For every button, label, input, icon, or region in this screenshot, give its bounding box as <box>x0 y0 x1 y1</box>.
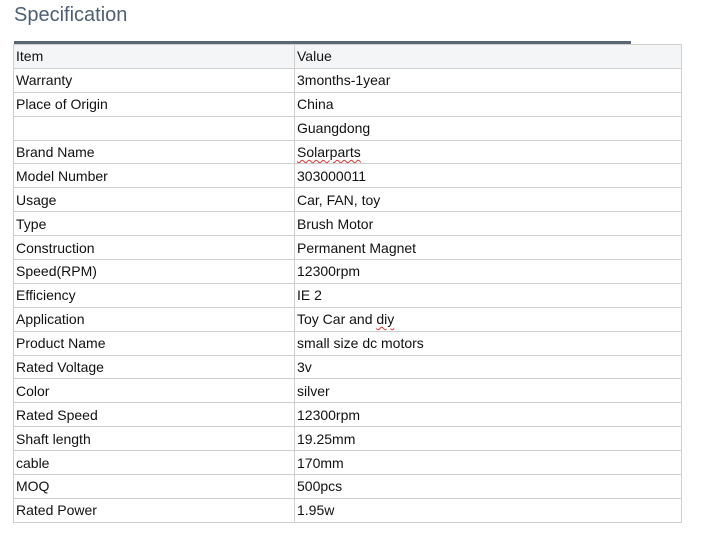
spellcheck-flagged-text: diy <box>376 311 395 328</box>
table-row: Rated Voltage 3v <box>13 354 682 380</box>
item-cell: Warranty <box>13 67 295 93</box>
item-cell <box>13 115 295 141</box>
value-cell: 12300rpm <box>294 402 682 428</box>
value-cell: 1.95w <box>294 497 682 523</box>
item-cell: Product Name <box>13 330 295 356</box>
table-header-row: Item Value <box>13 44 682 69</box>
table-row: Application Toy Car and diy <box>13 306 682 332</box>
table-row: Rated Power 1.95w <box>13 497 682 523</box>
value-cell: 500pcs <box>294 474 682 499</box>
specification-table: Item Value Warranty 3months-1year Place … <box>13 44 682 523</box>
item-cell: Rated Voltage <box>13 354 295 380</box>
item-cell: Efficiency <box>13 282 295 308</box>
item-cell: MOQ <box>13 474 295 499</box>
table-row: Place of Origin China <box>13 91 682 117</box>
item-cell: cable <box>13 450 295 476</box>
table-row: Color silver <box>13 378 682 404</box>
value-cell: Car, FAN, toy <box>294 187 682 213</box>
item-cell: Type <box>13 211 295 237</box>
value-cell: Solarparts <box>294 139 682 165</box>
table-row: Brand Name Solarparts <box>13 139 682 165</box>
table-row: Guangdong <box>13 115 682 141</box>
item-cell: Usage <box>13 187 295 213</box>
value-text: Toy Car and <box>297 311 377 328</box>
header-item: Item <box>13 44 295 69</box>
value-cell: IE 2 <box>294 282 682 308</box>
value-cell: 12300rpm <box>294 259 682 284</box>
value-cell: Brush Motor <box>294 211 682 237</box>
value-cell: 3v <box>294 354 682 380</box>
value-cell: Toy Car and diy <box>294 306 682 332</box>
page-title: Specification <box>14 4 128 26</box>
spellcheck-flagged-text: Solarparts <box>297 144 361 160</box>
item-cell: Brand Name <box>13 139 295 165</box>
table-row: Model Number 303000011 <box>13 163 682 189</box>
table-row: Shaft length 19.25mm <box>13 426 682 452</box>
table-row: Type Brush Motor <box>13 211 682 237</box>
table-row: cable 170mm <box>13 450 682 476</box>
item-cell: Model Number <box>13 163 295 189</box>
item-cell: Speed(RPM) <box>13 259 295 284</box>
value-cell: silver <box>294 378 682 404</box>
value-cell: Permanent Magnet <box>294 235 682 261</box>
value-cell: 3months-1year <box>294 67 682 93</box>
header-value: Value <box>294 44 682 69</box>
item-cell: Rated Power <box>13 497 295 523</box>
item-cell: Rated Speed <box>13 402 295 428</box>
item-cell: Shaft length <box>13 426 295 452</box>
value-cell: small size dc motors <box>294 330 682 356</box>
table-row: MOQ 500pcs <box>13 474 682 499</box>
item-cell: Color <box>13 378 295 404</box>
value-cell: 170mm <box>294 450 682 476</box>
table-row: Rated Speed 12300rpm <box>13 402 682 428</box>
value-cell: China <box>294 91 682 117</box>
table-row: Speed(RPM) 12300rpm <box>13 259 682 284</box>
value-cell: 303000011 <box>294 163 682 189</box>
item-cell: Application <box>13 306 295 332</box>
value-cell: Guangdong <box>294 115 682 141</box>
value-cell: 19.25mm <box>294 426 682 452</box>
item-cell: Place of Origin <box>13 91 295 117</box>
table-row: Warranty 3months-1year <box>13 67 682 93</box>
item-cell: Construction <box>13 235 295 261</box>
table-row: Usage Car, FAN, toy <box>13 187 682 213</box>
table-row: Efficiency IE 2 <box>13 282 682 308</box>
table-row: Construction Permanent Magnet <box>13 235 682 261</box>
table-row: Product Name small size dc motors <box>13 330 682 356</box>
